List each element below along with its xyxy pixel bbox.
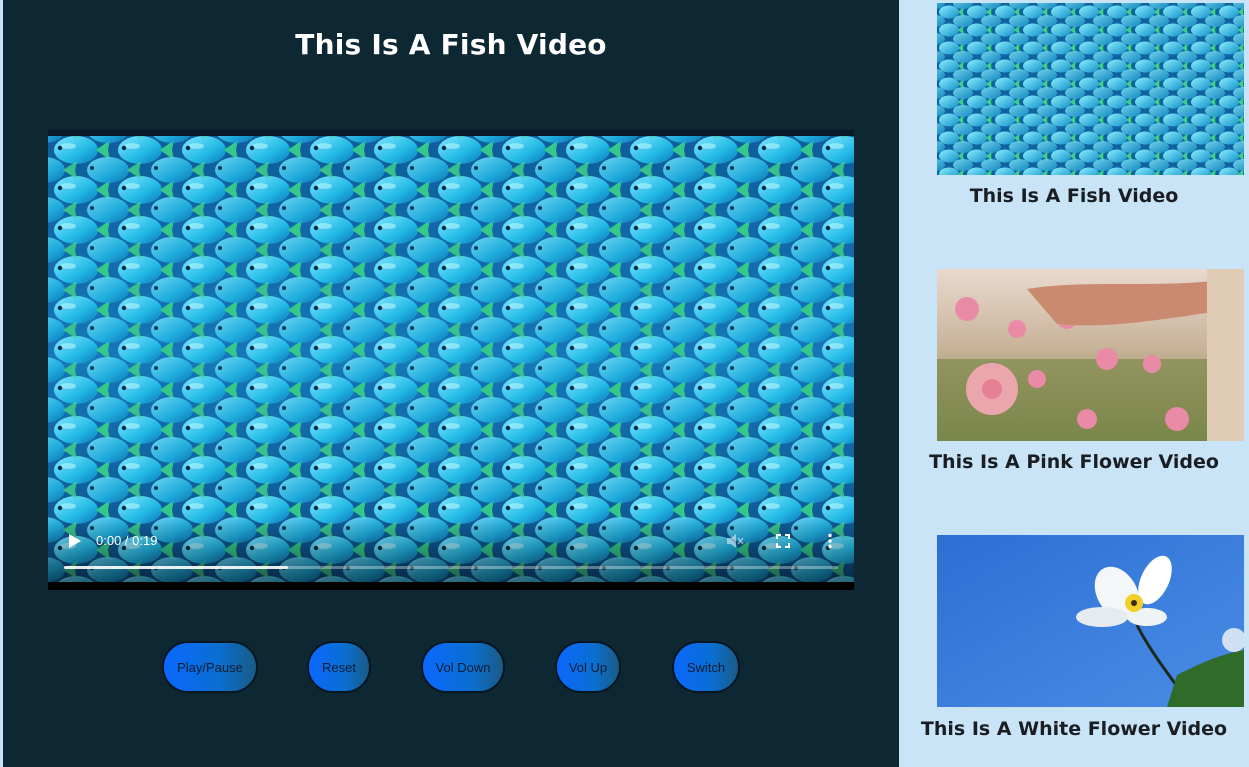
volume-up-button[interactable]: Vol Up <box>555 641 621 693</box>
video-controls-overlay <box>48 520 854 590</box>
main-panel: This Is A Fish Video 0:00 / 0:19 Play/Pa… <box>3 0 899 767</box>
playlist-title-white-flower[interactable]: This Is A White Flower Video <box>899 718 1249 740</box>
progress-fill <box>64 566 289 569</box>
more-vertical-icon[interactable] <box>826 533 834 549</box>
playlist-item-pink-flower[interactable] <box>937 269 1244 441</box>
playlist-item-white-flower[interactable] <box>937 535 1244 707</box>
video-player[interactable]: 0:00 / 0:19 <box>48 130 854 590</box>
reset-button[interactable]: Reset <box>307 641 371 693</box>
volume-muted-icon[interactable] <box>726 533 744 549</box>
progress-bar[interactable] <box>64 566 838 569</box>
pink-flower-video-thumbnail[interactable] <box>937 269 1244 441</box>
fish-video-thumbnail[interactable] <box>937 3 1244 175</box>
white-flower-video-thumbnail[interactable] <box>937 535 1244 707</box>
volume-down-button[interactable]: Vol Down <box>421 641 505 693</box>
fullscreen-icon[interactable] <box>776 534 790 548</box>
playlist-item-fish[interactable] <box>937 3 1244 175</box>
playlist-title-pink-flower[interactable]: This Is A Pink Flower Video <box>899 451 1249 473</box>
playlist-title-fish[interactable]: This Is A Fish Video <box>899 185 1249 207</box>
play-icon[interactable] <box>68 533 82 549</box>
page-title: This Is A Fish Video <box>295 28 607 61</box>
switch-button[interactable]: Switch <box>672 641 740 693</box>
time-display: 0:00 / 0:19 <box>96 533 158 548</box>
play-pause-button[interactable]: Play/Pause <box>162 641 258 693</box>
